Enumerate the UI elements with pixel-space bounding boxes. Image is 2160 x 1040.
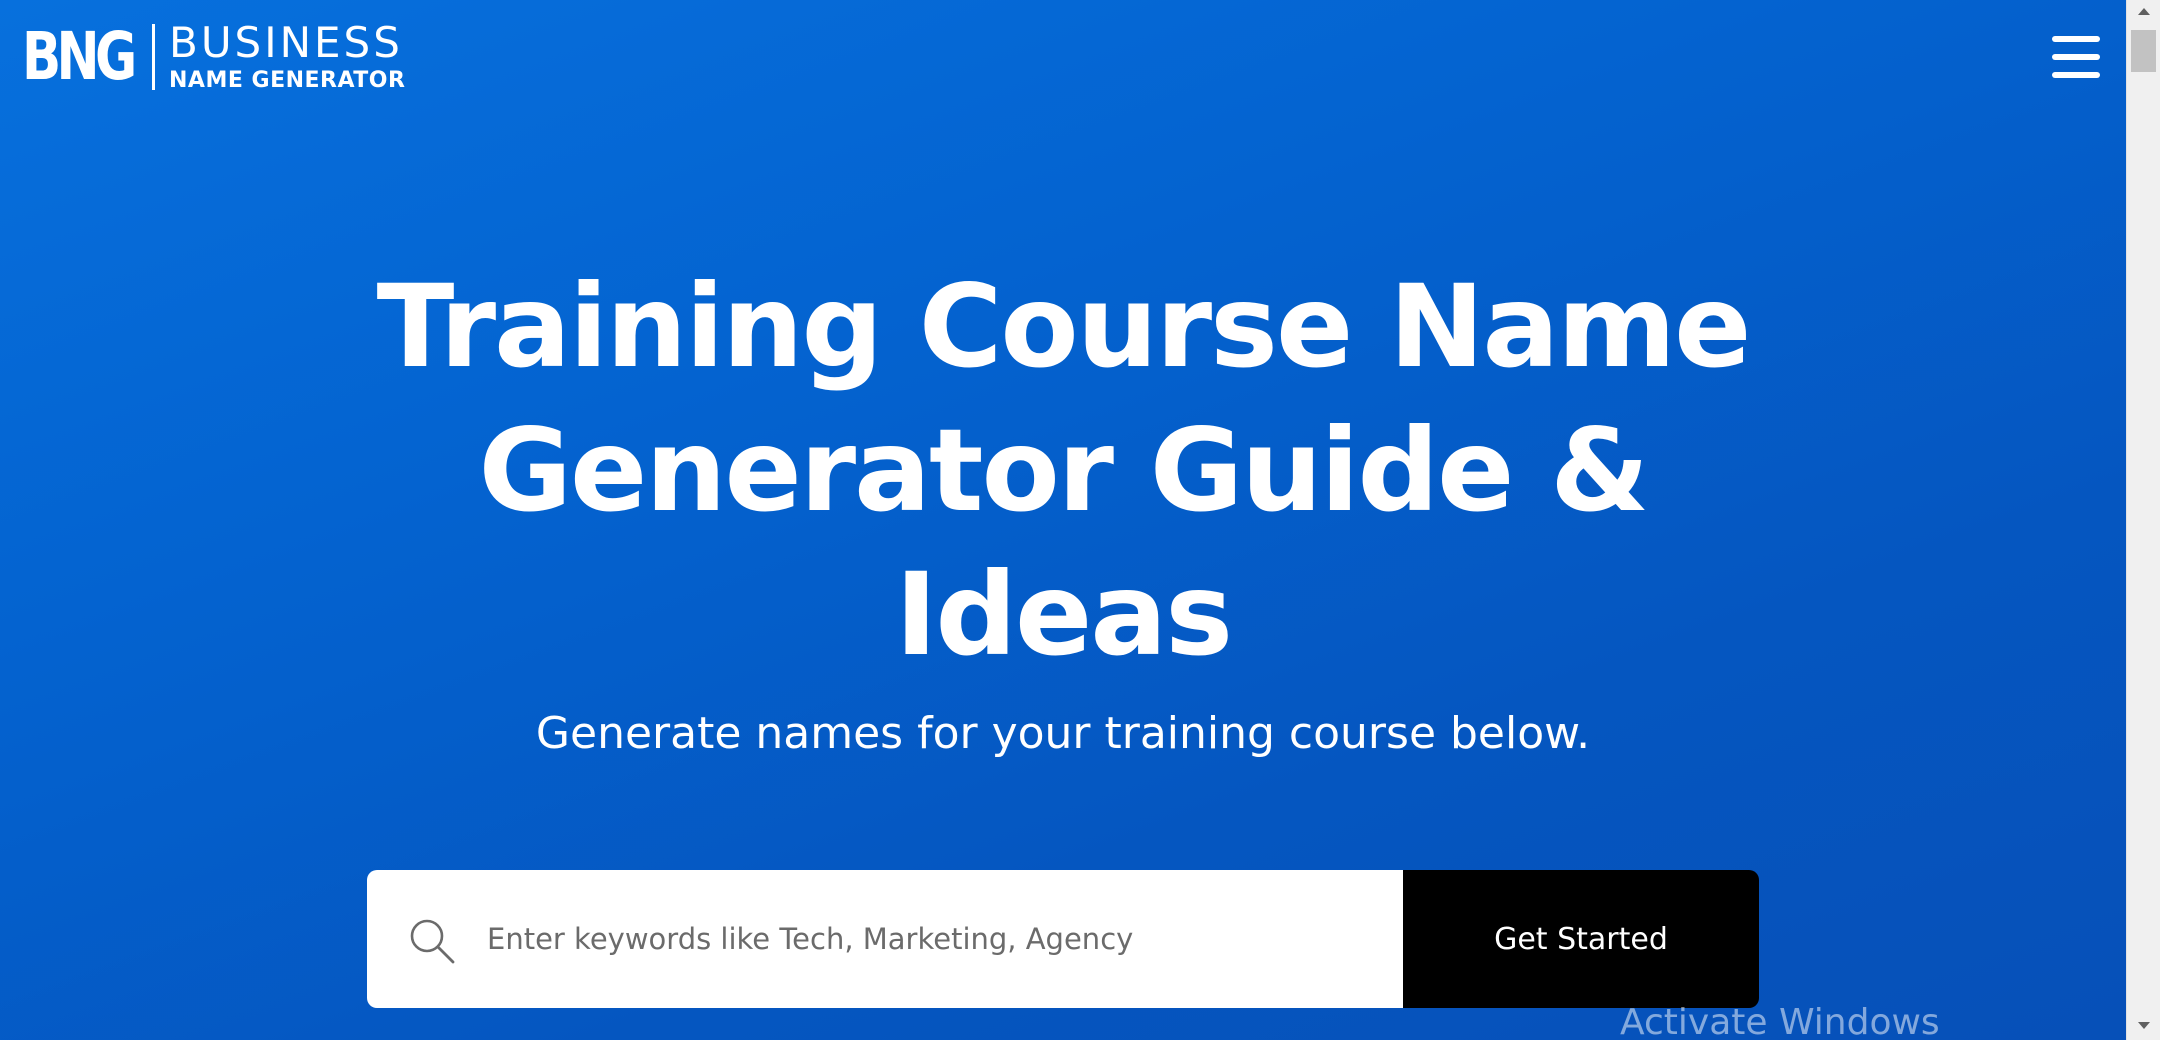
logo-wordmark: BUSINESS NAME GENERATOR xyxy=(169,22,405,92)
scroll-down-arrow-icon[interactable] xyxy=(2138,1022,2150,1029)
page-title: Training Course Name Generator Guide & I… xyxy=(0,255,2126,687)
search-bar: Get Started xyxy=(367,870,1759,1008)
search-field xyxy=(367,870,1403,1008)
logo-divider xyxy=(152,24,155,90)
search-input[interactable] xyxy=(487,870,1387,1008)
page-title-line-3: Ideas xyxy=(894,548,1233,681)
menu-bar-bottom xyxy=(2052,72,2100,78)
logo-line-name-generator: NAME GENERATOR xyxy=(169,68,406,93)
logo-mark: BNG xyxy=(22,18,137,95)
menu-bar-top xyxy=(2052,36,2100,42)
page-title-line-2: Generator Guide & xyxy=(478,404,1649,537)
site-logo[interactable]: BNG BUSINESS NAME GENERATOR xyxy=(22,22,405,92)
logo-line-business: BUSINESS xyxy=(169,18,403,67)
menu-bar-middle xyxy=(2052,54,2100,60)
vertical-scrollbar[interactable] xyxy=(2126,0,2160,1040)
scroll-up-arrow-icon[interactable] xyxy=(2138,8,2150,15)
page-viewport: BNG BUSINESS NAME GENERATOR Training Cou… xyxy=(0,0,2126,1040)
activate-windows-watermark: Activate Windows xyxy=(1620,1002,1940,1040)
hamburger-menu-icon[interactable] xyxy=(2052,36,2100,78)
get-started-button[interactable]: Get Started xyxy=(1403,870,1759,1008)
scrollbar-thumb[interactable] xyxy=(2131,30,2156,72)
search-icon xyxy=(410,919,455,964)
page-title-line-1: Training Course Name xyxy=(376,260,1752,393)
page-subtitle: Generate names for your training course … xyxy=(535,708,1591,759)
